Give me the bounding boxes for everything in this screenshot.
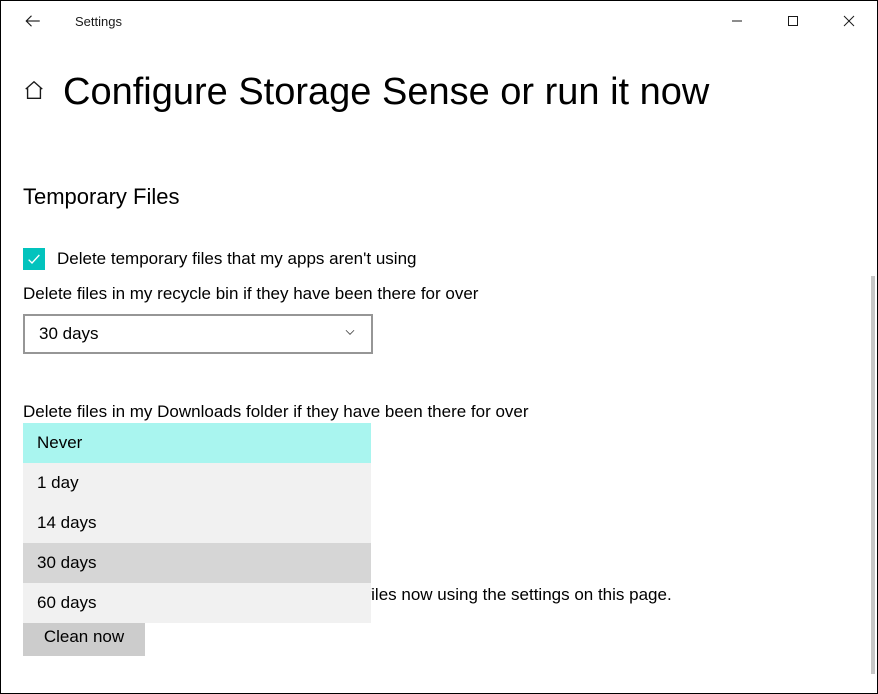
downloads-option-14-days[interactable]: 14 days — [23, 503, 371, 543]
downloads-option-never[interactable]: Never — [23, 423, 371, 463]
scrollbar[interactable] — [871, 276, 875, 674]
window-controls — [709, 1, 877, 41]
downloads-option-1-day[interactable]: 1 day — [23, 463, 371, 503]
clean-now-label: Clean now — [44, 627, 124, 647]
close-button[interactable] — [821, 1, 877, 41]
clean-now-button[interactable]: Clean now — [23, 618, 145, 656]
recycle-bin-label: Delete files in my recycle bin if they h… — [23, 284, 857, 304]
titlebar: Settings — [1, 1, 877, 41]
section-heading: Temporary Files — [23, 184, 857, 210]
recycle-bin-combo[interactable]: 30 days — [23, 314, 373, 354]
back-button[interactable] — [21, 9, 45, 33]
page-heading-row: Configure Storage Sense or run it now — [23, 71, 857, 114]
delete-temp-checkbox[interactable] — [23, 248, 45, 270]
downloads-label: Delete files in my Downloads folder if t… — [23, 402, 857, 422]
minimize-button[interactable] — [709, 1, 765, 41]
delete-temp-checkbox-row: Delete temporary files that my apps aren… — [23, 248, 857, 270]
downloads-option-30-days[interactable]: 30 days — [23, 543, 371, 583]
chevron-down-icon — [343, 325, 357, 344]
recycle-bin-combo-value: 30 days — [39, 324, 99, 344]
content: Configure Storage Sense or run it now Te… — [1, 41, 877, 422]
delete-temp-checkbox-label: Delete temporary files that my apps aren… — [57, 249, 416, 269]
downloads-combo-listbox[interactable]: Never 1 day 14 days 30 days 60 days — [23, 423, 371, 623]
home-icon[interactable] — [23, 79, 45, 106]
downloads-option-60-days[interactable]: 60 days — [23, 583, 371, 623]
page-title: Configure Storage Sense or run it now — [63, 71, 709, 114]
maximize-button[interactable] — [765, 1, 821, 41]
window-title: Settings — [75, 14, 122, 29]
